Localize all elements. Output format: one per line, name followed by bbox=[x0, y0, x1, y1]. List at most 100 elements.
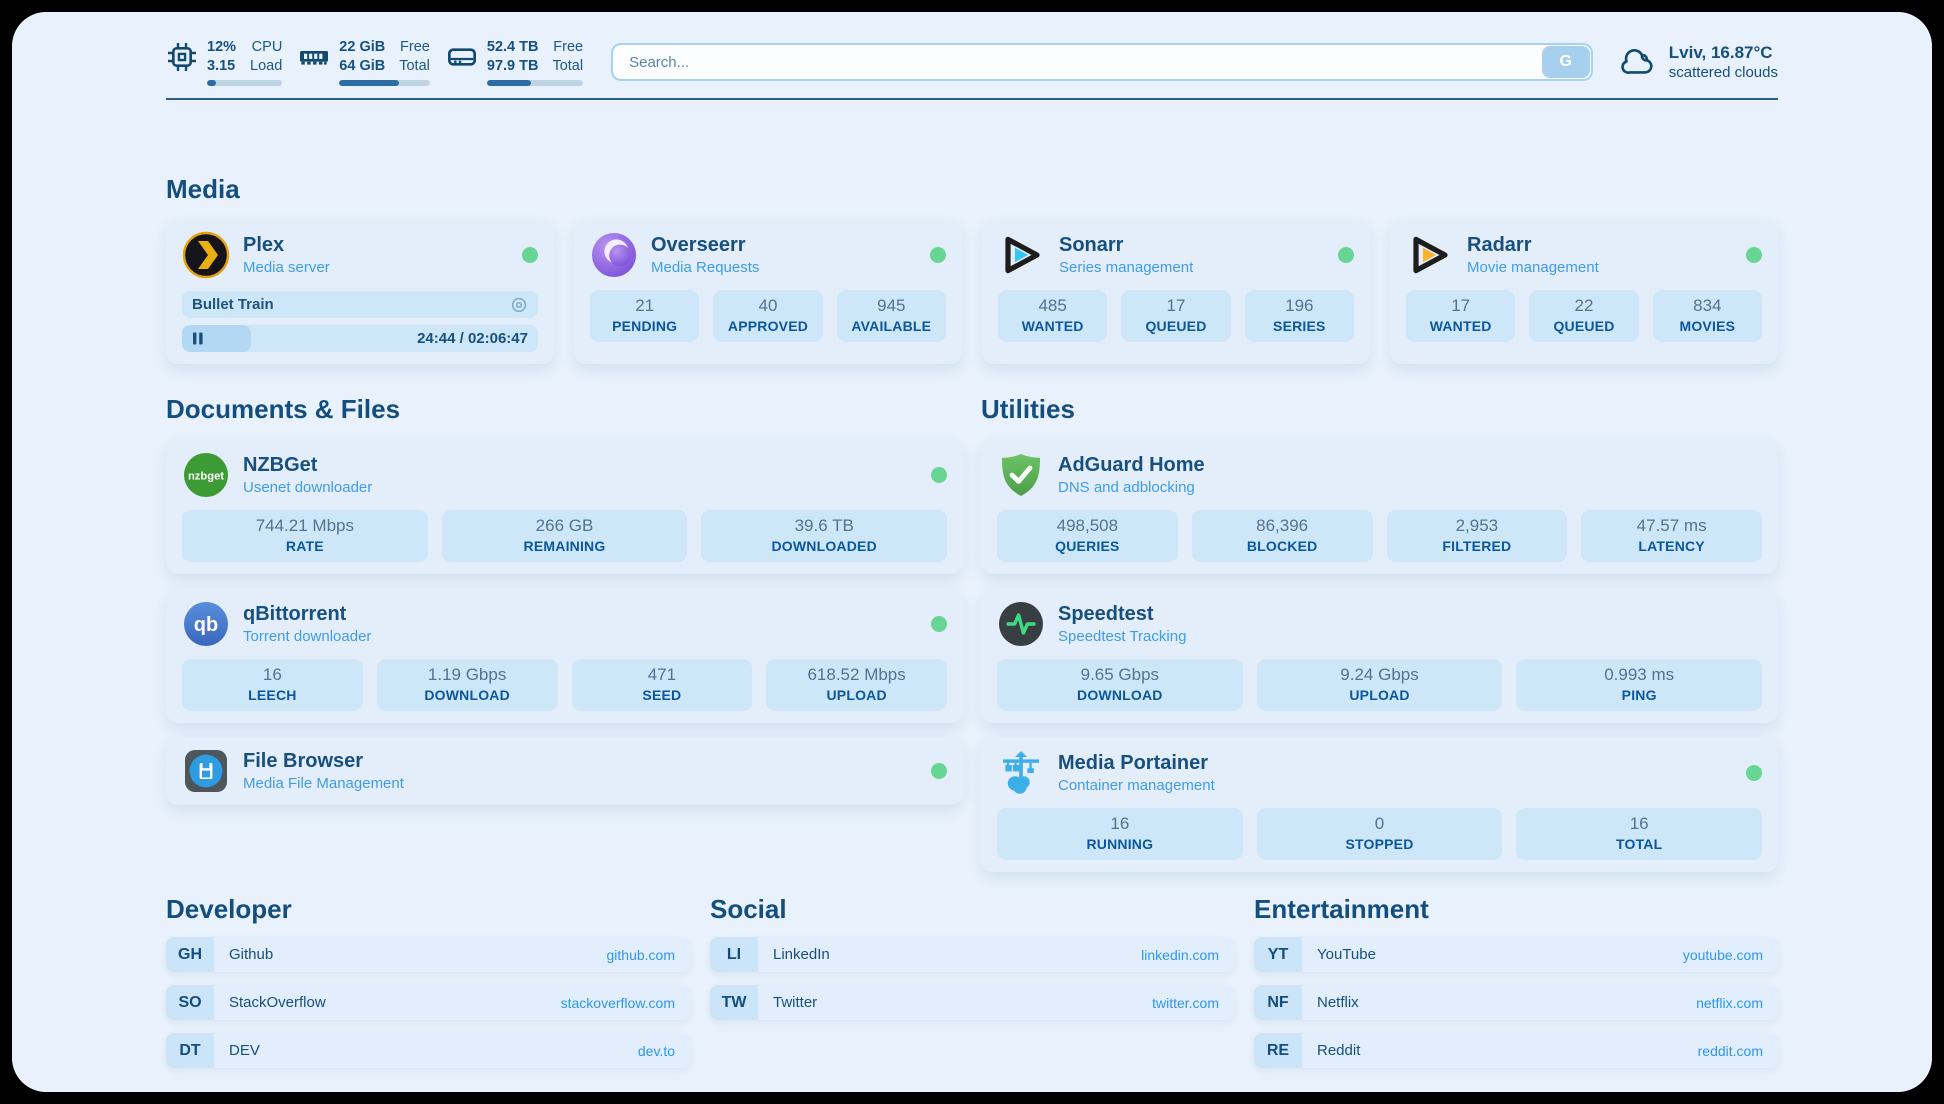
link-url: stackoverflow.com bbox=[561, 995, 675, 1011]
link-name: Github bbox=[229, 946, 273, 963]
section-title-utilities: Utilities bbox=[981, 394, 1778, 425]
system-stats: 12% 3.15 CPU Load bbox=[166, 38, 583, 86]
link-row-linkedin[interactable]: LI LinkedIn linkedin.com bbox=[710, 937, 1234, 972]
card-adguard[interactable]: AdGuard Home DNS and adblocking 498,508 … bbox=[981, 439, 1778, 574]
app-name: AdGuard Home bbox=[1058, 453, 1205, 477]
disk-free-value: 52.4 TB bbox=[487, 38, 539, 57]
ram-label-free: Free bbox=[399, 38, 430, 57]
stat-value: 47.57 ms bbox=[1585, 516, 1758, 536]
ram-icon bbox=[298, 41, 330, 73]
stat-box-remaining: 266 GB REMAINING bbox=[442, 510, 688, 562]
link-row-github[interactable]: GH Github github.com bbox=[166, 937, 690, 972]
ram-progress-bar bbox=[339, 80, 430, 86]
stat-label: UPLOAD bbox=[1261, 687, 1499, 704]
stat-label: STOPPED bbox=[1261, 836, 1499, 853]
cloud-icon bbox=[1621, 47, 1657, 77]
stat-label: PING bbox=[1520, 687, 1758, 704]
card-plex[interactable]: Plex Media server Bullet Train bbox=[166, 219, 554, 364]
stat-box-queued: 17 QUEUED bbox=[1121, 290, 1230, 342]
playback-time: 24:44 / 02:06:47 bbox=[417, 330, 528, 347]
link-row-youtube[interactable]: YT YouTube youtube.com bbox=[1254, 937, 1778, 972]
card-overseerr[interactable]: Overseerr Media Requests 21 PENDING 40 A… bbox=[574, 219, 962, 364]
session-icon bbox=[510, 296, 528, 314]
ram-label-total: Total bbox=[399, 57, 430, 76]
header: 12% 3.15 CPU Load bbox=[166, 38, 1778, 86]
stat-value: 266 GB bbox=[446, 516, 684, 536]
stat-label: RUNNING bbox=[1001, 836, 1239, 853]
stat-label: WANTED bbox=[1410, 318, 1511, 335]
utilities-section: Utilities AdGuard Home DNS and adblockin… bbox=[981, 394, 1778, 872]
card-qbittorrent[interactable]: qb qBittorrent Torrent downloader 16 LEE… bbox=[166, 588, 963, 723]
ram-progress-fill bbox=[339, 80, 399, 86]
adguard-logo-icon bbox=[997, 451, 1045, 499]
card-radarr[interactable]: Radarr Movie management 17 WANTED 22 QUE… bbox=[1390, 219, 1778, 364]
app-name: File Browser bbox=[243, 749, 404, 773]
pause-icon[interactable] bbox=[192, 332, 204, 345]
stat-label: REMAINING bbox=[446, 538, 684, 555]
cpu-icon bbox=[166, 41, 198, 73]
stat-value: 196 bbox=[1249, 296, 1350, 316]
stat-value: 834 bbox=[1657, 296, 1758, 316]
stat-box-available: 945 AVAILABLE bbox=[837, 290, 946, 342]
google-search-button[interactable]: G bbox=[1542, 46, 1590, 78]
card-nzbget[interactable]: nzbget NZBGet Usenet downloader 744.21 M… bbox=[166, 439, 963, 574]
status-dot bbox=[1746, 247, 1762, 263]
stat-label: FILTERED bbox=[1391, 538, 1564, 555]
stat-box-running: 16 RUNNING bbox=[997, 808, 1243, 860]
stat-box-upload: 9.24 Gbps UPLOAD bbox=[1257, 659, 1503, 711]
link-url: youtube.com bbox=[1683, 947, 1763, 963]
stat-label: QUERIES bbox=[1001, 538, 1174, 555]
stat-box-pending: 21 PENDING bbox=[590, 290, 699, 342]
stat-box-leech: 16 LEECH bbox=[182, 659, 363, 711]
link-row-stackoverflow[interactable]: SO StackOverflow stackoverflow.com bbox=[166, 985, 690, 1020]
disk-progress-fill bbox=[487, 80, 531, 86]
link-abbr: NF bbox=[1254, 985, 1302, 1020]
app-name: Media Portainer bbox=[1058, 751, 1215, 775]
cpu-label-top: CPU bbox=[250, 38, 282, 57]
cpu-load-value: 3.15 bbox=[207, 57, 236, 76]
section-title-documents: Documents & Files bbox=[166, 394, 963, 425]
stat-box-series: 196 SERIES bbox=[1245, 290, 1354, 342]
link-url: netflix.com bbox=[1696, 995, 1763, 1011]
nzbget-logo-icon: nzbget bbox=[182, 451, 230, 499]
stat-box-queued: 22 QUEUED bbox=[1529, 290, 1638, 342]
link-url: github.com bbox=[607, 947, 675, 963]
card-filebrowser[interactable]: File Browser Media File Management bbox=[166, 737, 963, 805]
stat-value: 0 bbox=[1261, 814, 1499, 834]
media-section: Media Plex Media server Bullet Train bbox=[166, 174, 1778, 364]
app-subtitle: Usenet downloader bbox=[243, 479, 372, 497]
card-speedtest[interactable]: Speedtest Speedtest Tracking 9.65 Gbps D… bbox=[981, 588, 1778, 723]
stat-box-queries: 498,508 QUERIES bbox=[997, 510, 1178, 562]
cpu-usage-value: 12% bbox=[207, 38, 236, 57]
stat-label: DOWNLOAD bbox=[381, 687, 554, 704]
ram-stat-group: 22 GiB 64 GiB Free Total bbox=[298, 38, 430, 86]
search-input[interactable] bbox=[611, 43, 1593, 81]
stat-label: QUEUED bbox=[1533, 318, 1634, 335]
stat-box-wanted: 17 WANTED bbox=[1406, 290, 1515, 342]
link-name: Reddit bbox=[1317, 1042, 1360, 1059]
app-subtitle: Torrent downloader bbox=[243, 628, 371, 646]
card-portainer[interactable]: Media Portainer Container management 16 … bbox=[981, 737, 1778, 872]
disk-stat-group: 52.4 TB 97.9 TB Free Total bbox=[446, 38, 583, 86]
link-url: reddit.com bbox=[1698, 1043, 1763, 1059]
app-subtitle: Media File Management bbox=[243, 775, 404, 793]
stat-value: 9.24 Gbps bbox=[1261, 665, 1499, 685]
stat-label: SEED bbox=[576, 687, 749, 704]
stat-label: RATE bbox=[186, 538, 424, 555]
stat-box-movies: 834 MOVIES bbox=[1653, 290, 1762, 342]
stat-label: MOVIES bbox=[1657, 318, 1758, 335]
sonarr-logo-icon bbox=[998, 231, 1046, 279]
cpu-progress-bar bbox=[207, 80, 282, 86]
link-row-reddit[interactable]: RE Reddit reddit.com bbox=[1254, 1033, 1778, 1068]
ram-total-value: 64 GiB bbox=[339, 57, 385, 76]
card-sonarr[interactable]: Sonarr Series management 485 WANTED 17 Q… bbox=[982, 219, 1370, 364]
stat-box-stopped: 0 STOPPED bbox=[1257, 808, 1503, 860]
stat-label: LEECH bbox=[186, 687, 359, 704]
playback-progress: 24:44 / 02:06:47 bbox=[182, 325, 538, 352]
link-row-dev[interactable]: DT DEV dev.to bbox=[166, 1033, 690, 1068]
section-title-media: Media bbox=[166, 174, 1778, 205]
stat-value: 0.993 ms bbox=[1520, 665, 1758, 685]
status-dot bbox=[931, 616, 947, 632]
link-row-twitter[interactable]: TW Twitter twitter.com bbox=[710, 985, 1234, 1020]
link-row-netflix[interactable]: NF Netflix netflix.com bbox=[1254, 985, 1778, 1020]
